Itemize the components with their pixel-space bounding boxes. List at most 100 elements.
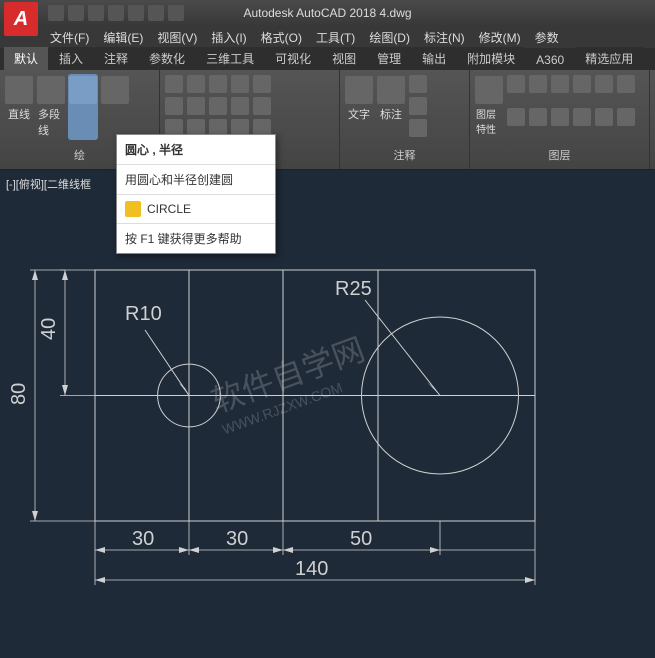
move-icon[interactable]: [165, 75, 183, 93]
cad-drawing: R10 R25 40 80: [0, 170, 655, 653]
layer-btn5-icon[interactable]: [595, 75, 613, 93]
layer-props-icon: [475, 76, 503, 104]
dim-30a: 30: [132, 528, 154, 550]
text-label: 文字: [348, 106, 370, 122]
trim-icon[interactable]: [209, 75, 227, 93]
quick-access-toolbar: [48, 5, 184, 21]
tooltip-title: 圆心 , 半径: [117, 135, 275, 165]
command-name: CIRCLE: [147, 202, 191, 216]
tab-featured[interactable]: 精选应用: [575, 47, 643, 70]
tab-annotate[interactable]: 注释: [94, 47, 138, 70]
dim-r25: R25: [335, 278, 372, 300]
layer-btn6-icon[interactable]: [617, 75, 635, 93]
tooltip-help: 按 F1 键获得更多帮助: [117, 224, 275, 253]
line-button[interactable]: 直线: [4, 74, 34, 140]
tab-visualize[interactable]: 可视化: [265, 47, 321, 70]
menu-file[interactable]: 文件(F): [44, 27, 95, 48]
layer-btn12-icon[interactable]: [617, 108, 635, 126]
erase-icon[interactable]: [231, 75, 249, 93]
fillet-icon[interactable]: [187, 97, 205, 115]
titlebar: A Autodesk AutoCAD 2018 4.dwg: [0, 0, 655, 26]
layer-btn2-icon[interactable]: [529, 75, 547, 93]
layer-btn1-icon[interactable]: [507, 75, 525, 93]
dimension-icon: [377, 76, 405, 104]
qat-redo-icon[interactable]: [168, 5, 184, 21]
mirror-icon[interactable]: [165, 97, 183, 115]
qat-undo-icon[interactable]: [148, 5, 164, 21]
menubar: 文件(F) 编辑(E) 视图(V) 插入(I) 格式(O) 工具(T) 绘图(D…: [0, 26, 655, 48]
line-icon: [5, 76, 33, 104]
panel-layers-label[interactable]: 图层: [474, 145, 645, 165]
qat-save-icon[interactable]: [88, 5, 104, 21]
layer-btn3-icon[interactable]: [551, 75, 569, 93]
polyline-button[interactable]: 多段线: [36, 74, 66, 140]
tab-view[interactable]: 视图: [322, 47, 366, 70]
qat-plot-icon[interactable]: [128, 5, 144, 21]
panel-layers: 图层特性 图层: [470, 70, 650, 169]
dim-40: 40: [38, 318, 60, 340]
circle-tooltip: 圆心 , 半径 用圆心和半径创建圆 CIRCLE 按 F1 键获得更多帮助: [116, 134, 276, 254]
layer-btn8-icon[interactable]: [529, 108, 547, 126]
menu-view[interactable]: 视图(V): [151, 27, 203, 48]
layer-btn11-icon[interactable]: [595, 108, 613, 126]
tab-a360[interactable]: A360: [526, 50, 574, 70]
tab-3dtools[interactable]: 三维工具: [196, 47, 264, 70]
dim-80: 80: [8, 383, 30, 405]
circle-button[interactable]: [68, 74, 98, 140]
menu-insert[interactable]: 插入(I): [205, 27, 252, 48]
menu-modify[interactable]: 修改(M): [473, 27, 527, 48]
explode-icon[interactable]: [209, 97, 227, 115]
menu-dimension[interactable]: 标注(N): [418, 27, 471, 48]
command-icon: [125, 201, 141, 217]
arc-button[interactable]: [100, 74, 130, 140]
layer-btn7-icon[interactable]: [507, 108, 525, 126]
window-title: Autodesk AutoCAD 2018 4.dwg: [243, 6, 411, 20]
menu-format[interactable]: 格式(O): [255, 27, 308, 48]
drawing-canvas[interactable]: R10 R25 40 80: [0, 170, 655, 653]
menu-edit[interactable]: 编辑(E): [97, 27, 149, 48]
dim-140: 140: [295, 558, 328, 580]
panel-annotate: 文字 标注 注释: [340, 70, 470, 169]
text-button[interactable]: 文字: [344, 74, 374, 138]
qat-open-icon[interactable]: [68, 5, 84, 21]
tab-addins[interactable]: 附加模块: [457, 47, 525, 70]
arc-icon: [101, 76, 129, 104]
dimension-button[interactable]: 标注: [376, 74, 406, 138]
table-icon[interactable]: [409, 97, 427, 115]
ribbon: 直线 多段线 绘 修改 文字 标注: [0, 70, 655, 170]
stretch-icon[interactable]: [231, 97, 249, 115]
viewport-label[interactable]: [-][俯视][二维线框: [6, 176, 91, 192]
tab-parametric[interactable]: 参数化: [139, 47, 195, 70]
tab-manage[interactable]: 管理: [367, 47, 411, 70]
dim-r10: R10: [125, 303, 162, 325]
text-icon: [345, 76, 373, 104]
annot-btn-icon[interactable]: [409, 119, 427, 137]
leader-icon[interactable]: [409, 75, 427, 93]
layer-props-label: 图层特性: [476, 106, 502, 136]
layer-btn10-icon[interactable]: [573, 108, 591, 126]
layer-btn4-icon[interactable]: [573, 75, 591, 93]
polyline-label: 多段线: [38, 106, 64, 138]
qat-new-icon[interactable]: [48, 5, 64, 21]
rotate-icon[interactable]: [187, 75, 205, 93]
dimension-label: 标注: [380, 106, 402, 122]
copy-icon[interactable]: [253, 75, 271, 93]
dim-30b: 30: [226, 528, 248, 550]
polyline-icon: [37, 76, 65, 104]
ribbon-tabs: 默认 插入 注释 参数化 三维工具 可视化 视图 管理 输出 附加模块 A360…: [0, 48, 655, 70]
app-logo[interactable]: A: [4, 2, 38, 36]
menu-tools[interactable]: 工具(T): [310, 27, 361, 48]
tab-default[interactable]: 默认: [4, 47, 48, 70]
layer-btn9-icon[interactable]: [551, 108, 569, 126]
tab-insert[interactable]: 插入: [49, 47, 93, 70]
layer-props-button[interactable]: 图层特性: [474, 74, 504, 138]
tooltip-desc: 用圆心和半径创建圆: [117, 165, 275, 194]
line-label: 直线: [8, 106, 30, 122]
tab-output[interactable]: 输出: [412, 47, 456, 70]
panel-annotate-label[interactable]: 注释: [344, 145, 465, 165]
tooltip-command: CIRCLE: [117, 194, 275, 224]
qat-saveas-icon[interactable]: [108, 5, 124, 21]
scale-icon[interactable]: [253, 97, 271, 115]
menu-draw[interactable]: 绘图(D): [363, 27, 416, 48]
menu-param[interactable]: 参数: [529, 27, 565, 48]
